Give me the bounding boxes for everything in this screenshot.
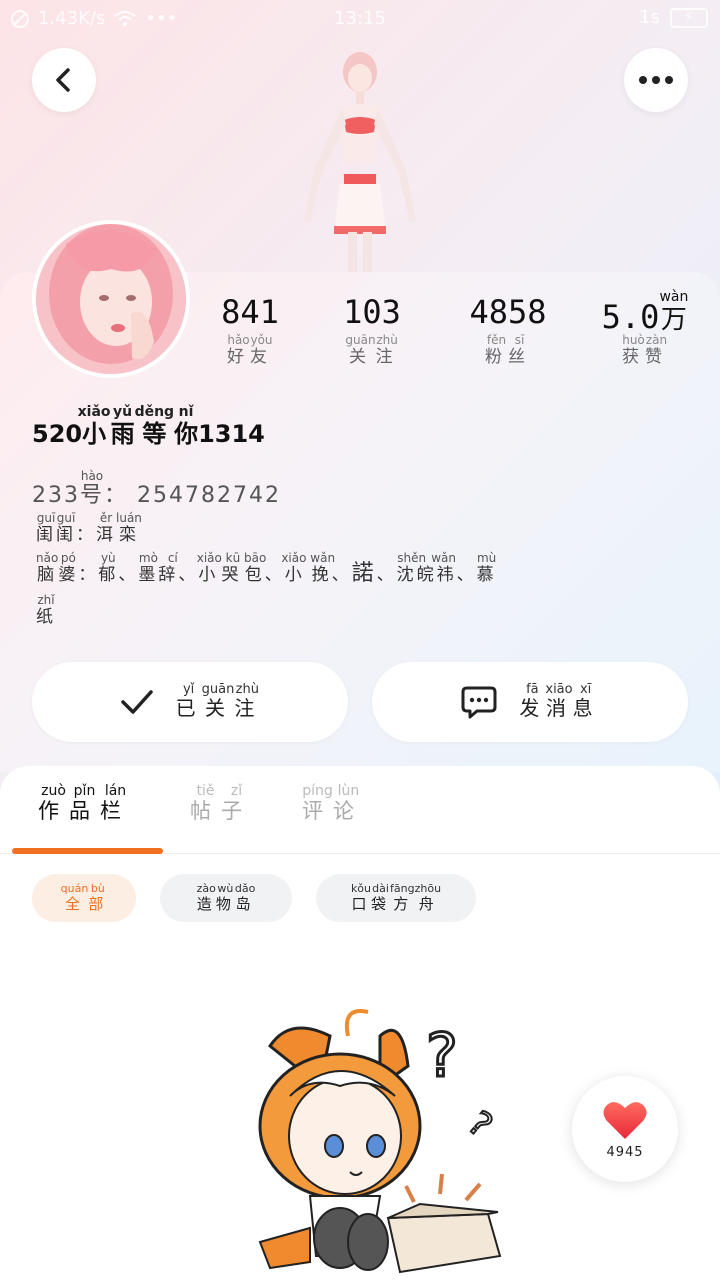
- stats-row: 841 好hǎo友yǒu 103 关guān注zhù 4858 粉fěn丝sī …: [190, 289, 720, 380]
- empty-state-illustration: ? ?: [258, 1009, 502, 1274]
- stat-following-value: 103: [343, 293, 401, 331]
- like-count: 4945: [606, 1144, 644, 1160]
- character-figure: [304, 52, 416, 274]
- bio-line-2: 脑nǎo婆pó：郁yù、墨辞mò cí、小哭包xiǎo kū bāo、小挽xiǎ…: [36, 551, 497, 586]
- like-button[interactable]: 4945: [572, 1076, 678, 1182]
- chevron-left-icon: [56, 68, 70, 92]
- stat-friends-label: 好hǎo友yǒu: [227, 333, 273, 367]
- signal-text: 1s: [639, 7, 660, 28]
- followed-button[interactable]: 已yǐ关guān注zhù: [32, 662, 348, 742]
- back-button[interactable]: [32, 48, 96, 112]
- send-message-label: 发fā消xiāo息xī: [519, 682, 599, 720]
- status-time: 13:15: [334, 8, 386, 29]
- stat-fans-label: 粉fěn丝sī: [485, 333, 531, 367]
- nickname: 520小xiǎo雨yǔ等děng你nǐ1314: [32, 404, 265, 448]
- check-icon: [120, 690, 153, 714]
- followed-label: 已yǐ关guān注zhù: [175, 682, 261, 720]
- tab-comments[interactable]: 评píng论lùn: [302, 783, 364, 825]
- tab-indicator: [12, 848, 163, 854]
- avatar-photo: [36, 224, 186, 374]
- stat-following-label: 关guān注zhù: [345, 333, 399, 367]
- stat-likes-value: 5.0万wàn: [601, 289, 689, 336]
- stat-following[interactable]: 103 关guān注zhù: [302, 290, 442, 367]
- tab-bar: 作zuò品pǐn栏lán 帖tiě子zǐ 评píng论lùn: [0, 766, 720, 854]
- stat-fans-value: 4858: [469, 293, 547, 331]
- stat-likes-label: 获huò赞zàn: [622, 333, 668, 367]
- user-id[interactable]: 233号hào： 254782742: [32, 469, 282, 509]
- tab-works[interactable]: 作zuò品pǐn栏lán: [38, 783, 131, 825]
- stat-likes[interactable]: 5.0万wàn 获huò赞zàn: [575, 289, 715, 367]
- bio-line-3: 纸zhǐ: [36, 593, 56, 627]
- svg-text:?: ?: [426, 1021, 458, 1091]
- filter-pocket-ark[interactable]: 口kǒu 袋dài 方舟fāngzhōu: [316, 874, 476, 922]
- filter-all[interactable]: 全quán 部bù: [32, 874, 136, 922]
- bio-line-1: 闺guī闺guī：洱ěr栾luán: [36, 511, 142, 545]
- stat-friends[interactable]: 841 好hǎo友yǒu: [180, 290, 320, 367]
- battery-charging-icon: ⚡: [670, 7, 708, 28]
- user-id-value: 254782742: [137, 483, 282, 508]
- tab-posts[interactable]: 帖tiě子zǐ: [190, 783, 252, 825]
- content-sheet: 作zuò品pǐn栏lán 帖tiě子zǐ 评píng论lùn 全quán 部bù …: [0, 766, 720, 1280]
- status-bar: 1.43K/s ••• 13:15 1s ⚡: [0, 0, 720, 38]
- stat-fans[interactable]: 4858 粉fěn丝sī: [438, 290, 578, 367]
- more-dots-icon: [639, 76, 673, 84]
- send-message-button[interactable]: 发fā消xiāo息xī: [372, 662, 688, 742]
- stat-friends-value: 841: [221, 293, 279, 331]
- chat-bubble-icon: [461, 686, 497, 719]
- status-right: 1s ⚡: [639, 7, 708, 28]
- heart-icon: [603, 1101, 647, 1139]
- avatar[interactable]: [32, 220, 190, 378]
- svg-text:?: ?: [460, 1103, 500, 1145]
- more-button[interactable]: [624, 48, 688, 112]
- filter-creation-island[interactable]: 造zào 物wù 岛dǎo: [160, 874, 292, 922]
